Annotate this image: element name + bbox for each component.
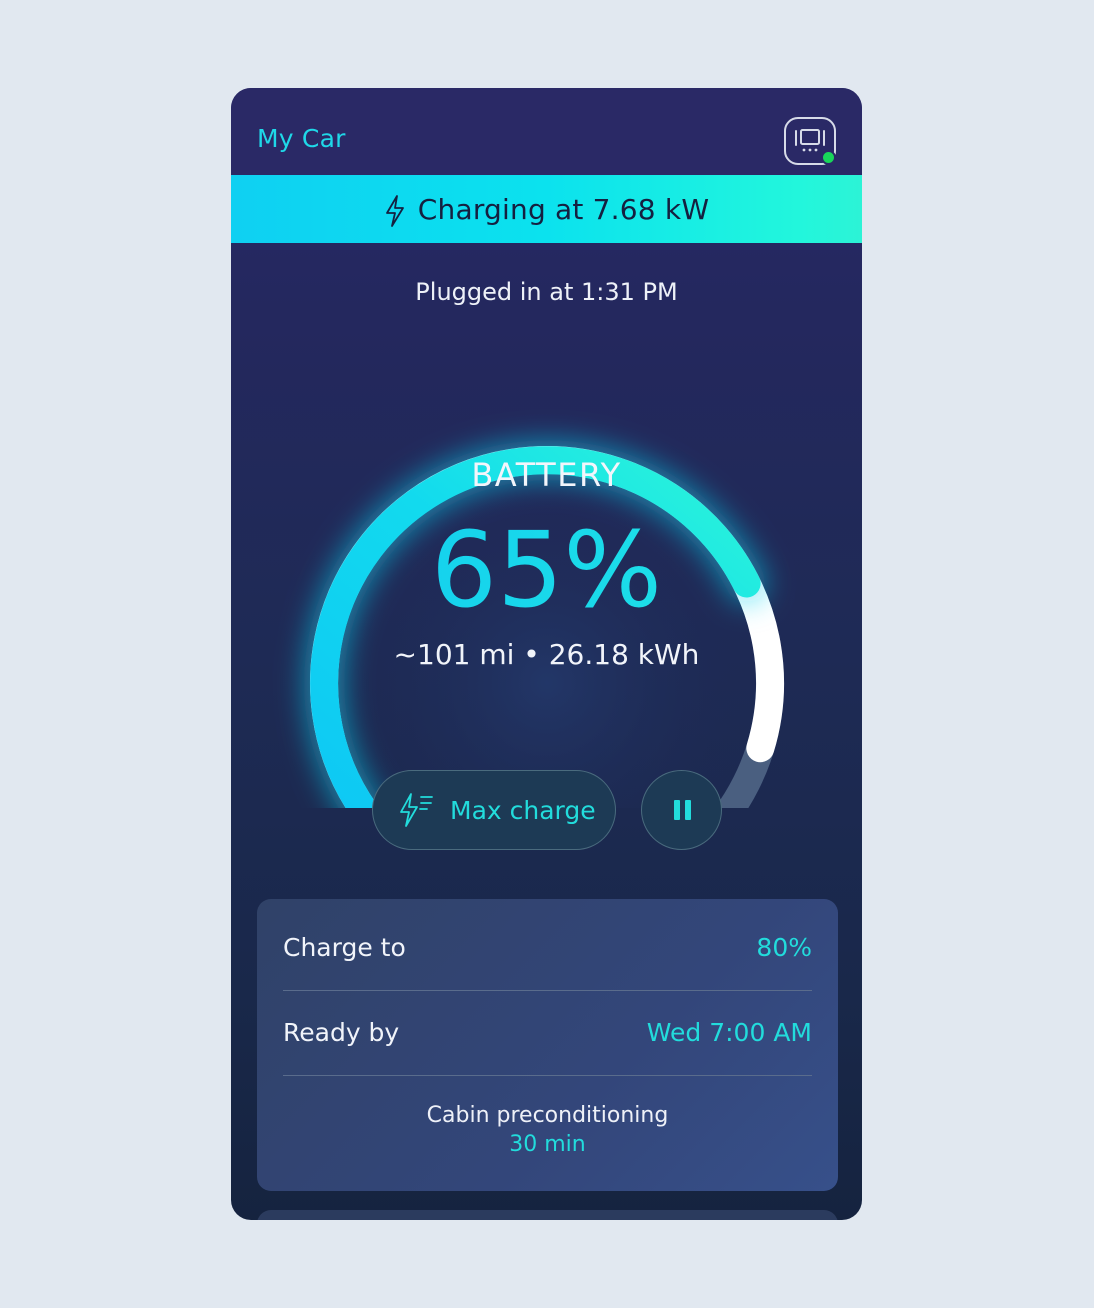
charging-rate-text: Charging at 7.68 kW	[417, 192, 710, 226]
charging-screen: My Car Charging at 7.68 kW Plugged in at…	[231, 88, 862, 1220]
ready-by-row[interactable]: Ready by Wed 7:00 AM	[283, 989, 812, 1076]
fast-charge-icon	[400, 793, 433, 827]
pause-charging-button[interactable]	[641, 770, 722, 850]
ready-by-value: Wed 7:00 AM	[646, 1017, 812, 1047]
lightning-bolt-icon	[385, 195, 404, 227]
connection-status-dot	[821, 150, 836, 165]
app-title: My Car	[257, 124, 346, 153]
charging-status-banner: Charging at 7.68 kW	[231, 175, 862, 243]
battery-label: BATTERY	[471, 456, 622, 494]
range-energy-text: ~101 mi • 26.18 kWh	[393, 638, 700, 671]
charge-to-row[interactable]: Charge to 80%	[283, 904, 812, 991]
next-card-peek	[257, 1210, 838, 1220]
battery-percent: 65%	[231, 510, 862, 630]
preconditioning-value[interactable]: 30 min	[257, 1132, 838, 1157]
charge-to-value: 80%	[756, 932, 812, 962]
preconditioning-label[interactable]: Cabin preconditioning	[257, 1103, 838, 1128]
plugged-in-time: Plugged in at 1:31 PM	[415, 278, 678, 306]
charge-settings-card: Charge to 80% Ready by Wed 7:00 AM Cabin…	[257, 899, 838, 1191]
max-charge-button[interactable]: Max charge	[372, 770, 616, 850]
max-charge-label: Max charge	[450, 795, 596, 825]
top-bar: My Car	[231, 88, 862, 175]
ready-by-label: Ready by	[283, 1017, 400, 1047]
charge-to-label: Charge to	[283, 932, 406, 962]
